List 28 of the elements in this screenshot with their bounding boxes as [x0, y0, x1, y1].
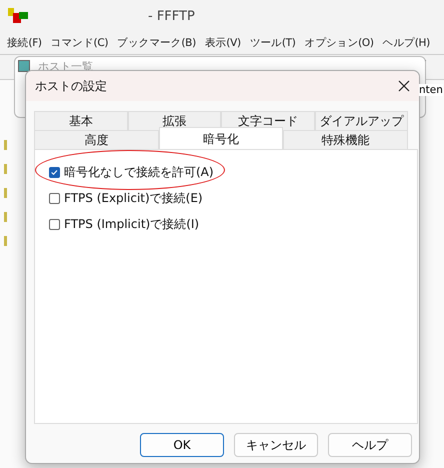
- checkbox-label: FTPS (Implicit)で接続(I): [64, 216, 200, 232]
- tab[interactable]: 文字コード: [221, 111, 314, 130]
- checkbox[interactable]: [49, 166, 60, 178]
- checkbox[interactable]: [49, 218, 60, 230]
- menu-item[interactable]: ツール(T): [250, 36, 296, 50]
- menu-item[interactable]: コマンド(C): [50, 36, 108, 50]
- dialog-title: ホストの設定: [35, 78, 107, 94]
- checkbox-label: 暗号化なしで接続を許可(A): [64, 164, 214, 180]
- menu-item[interactable]: ヘルプ(H): [382, 36, 430, 50]
- dialog-button[interactable]: キャンセル: [234, 433, 318, 457]
- tab[interactable]: 特殊機能: [283, 130, 408, 149]
- menu-item[interactable]: 表示(V): [204, 36, 241, 50]
- checkbox[interactable]: [49, 192, 60, 204]
- tab[interactable]: 基本: [34, 111, 128, 130]
- checkbox-label: FTPS (Explicit)で接続(E): [64, 190, 203, 206]
- menu-item[interactable]: ブックマーク(B): [117, 36, 196, 50]
- dialog-button[interactable]: OK: [140, 433, 224, 457]
- menu-item[interactable]: オプション(O): [304, 36, 374, 50]
- menu-item[interactable]: 接続(F): [7, 36, 42, 50]
- dialog-button[interactable]: ヘルプ: [328, 433, 412, 457]
- tab[interactable]: ダイアルアップ: [314, 111, 408, 130]
- tab[interactable]: 高度: [34, 130, 159, 149]
- window-icon: [18, 60, 30, 72]
- window-title: - FFFTP: [148, 8, 195, 24]
- tab[interactable]: 暗号化: [158, 127, 284, 149]
- column-header: nten: [419, 84, 443, 96]
- app-logo-icon: [8, 8, 28, 24]
- close-icon[interactable]: [397, 79, 411, 93]
